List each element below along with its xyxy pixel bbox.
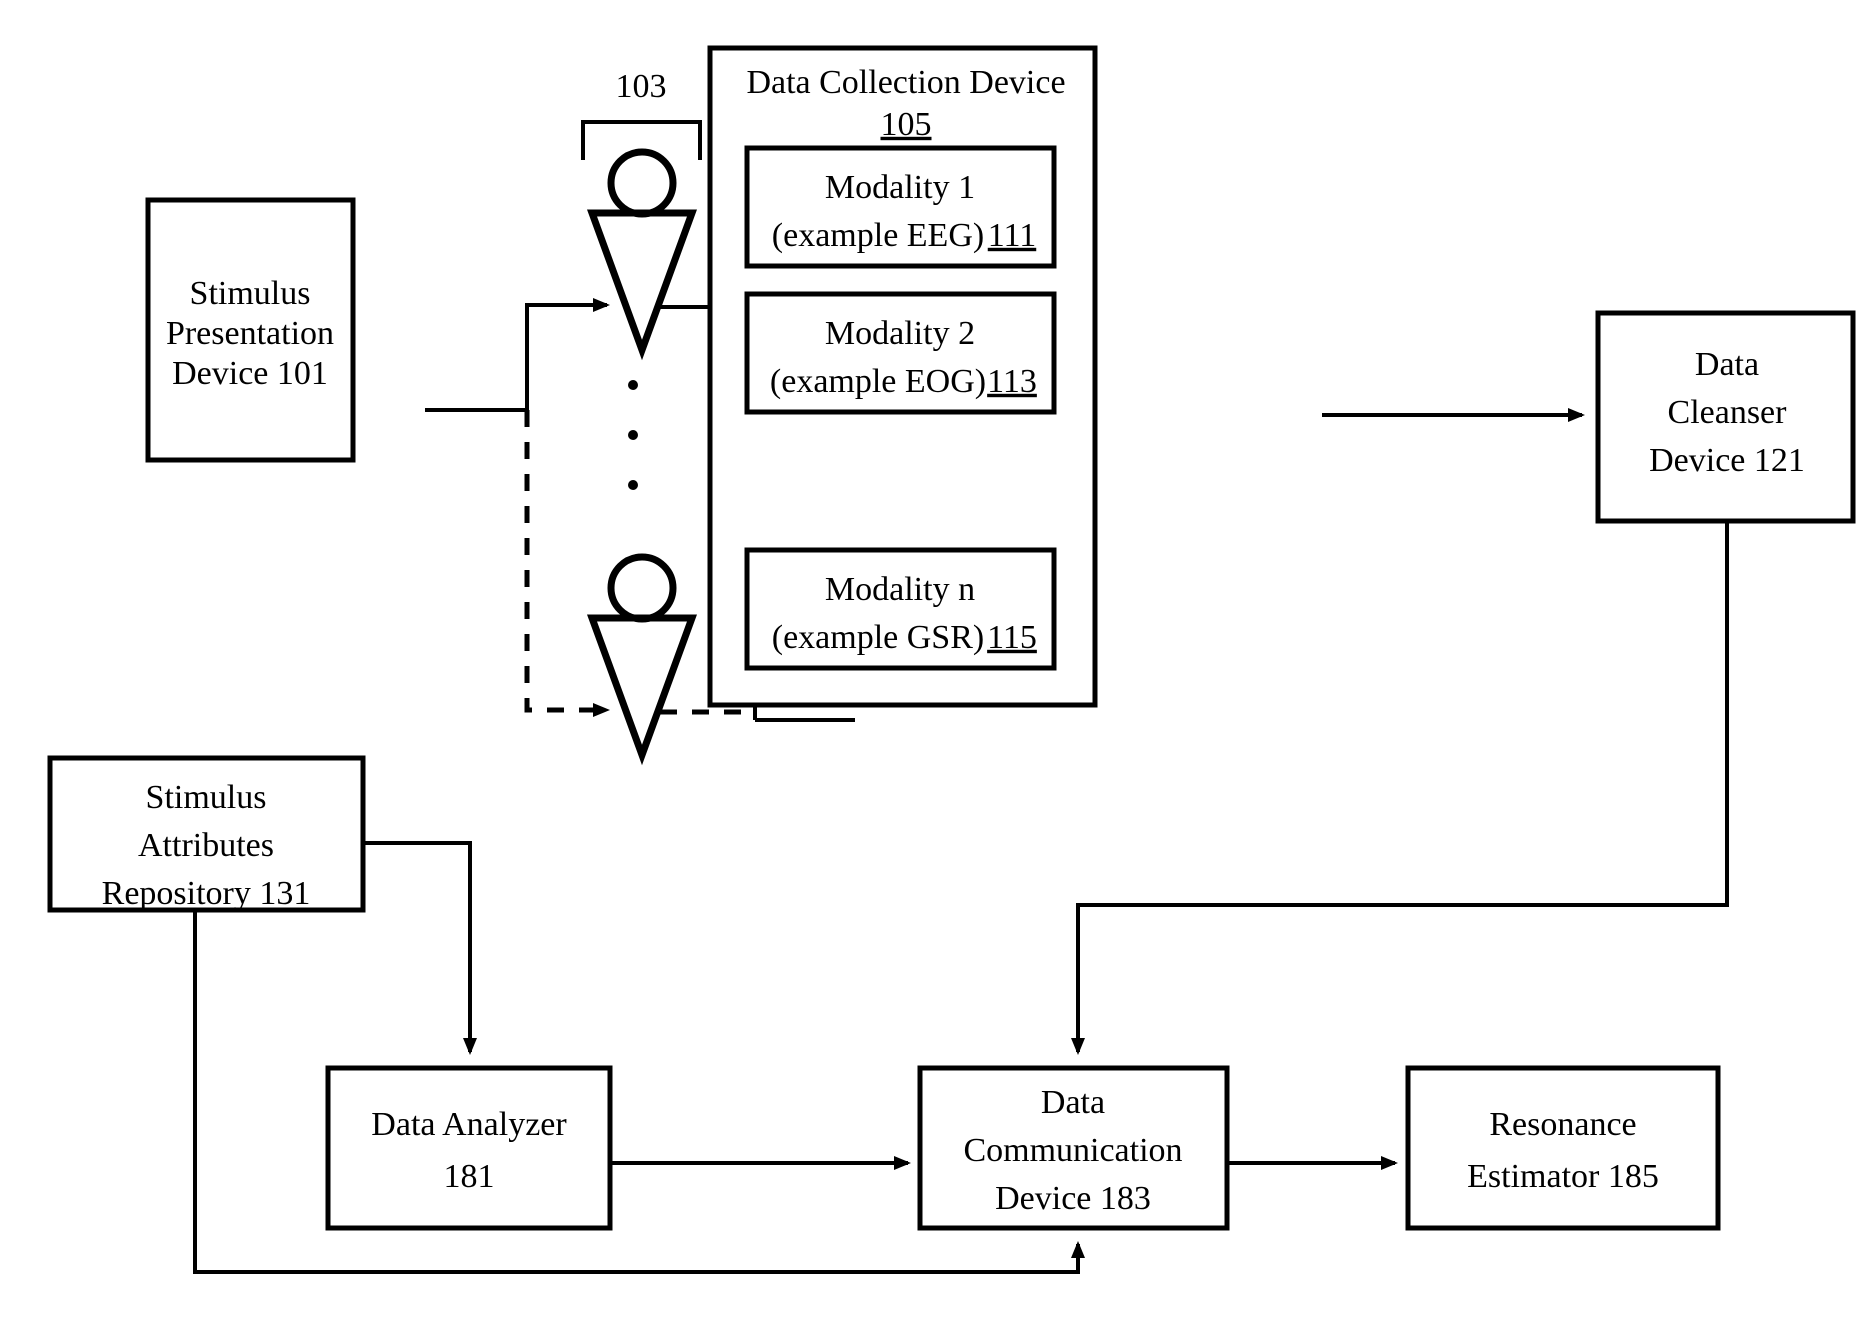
data-communication-line2: Communication [963,1132,1182,1169]
data-analyzer-line2: 181 [444,1158,495,1195]
modality-1-line1: Modality 1 [825,169,975,206]
data-cleanser-line2: Cleanser [1668,394,1788,431]
modality-n-line2: (example GSR) [772,619,984,656]
stimulus-attributes-line1: Stimulus [146,779,267,816]
box-modality-n[interactable]: Modality n (example GSR) 115 [744,547,1057,671]
box-data-communication-device[interactable]: Data Communication Device 183 [917,1065,1230,1231]
modality-n-line1: Modality n [825,571,975,608]
box-layer: 103 Stimulus Presentation Device 101 Dat… [47,45,1856,1231]
box-data-cleanser-device[interactable]: Data Cleanser Device 121 [1595,310,1856,524]
resonance-estimator-line2: Estimator 185 [1467,1158,1659,1195]
box-modality-1[interactable]: Modality 1 (example EEG) 111 [744,145,1057,269]
modality-2-line1: Modality 2 [825,315,975,352]
data-communication-line3: Device 183 [995,1180,1151,1217]
box-stimulus-presentation-device[interactable]: Stimulus Presentation Device 101 [145,197,356,463]
group-label-103: 103 [616,68,667,105]
stimulus-presentation-line2: Presentation [166,315,334,352]
data-cleanser-line3: Device 121 [1649,442,1805,479]
modality-n-ref: 115 [987,619,1037,656]
resonance-estimator-line1: Resonance [1489,1106,1636,1143]
box-data-collection-device[interactable]: Data Collection Device 105 Modality 1 (e… [707,45,1098,708]
modality-2-line2: (example EOG) [770,363,986,400]
figure-canvas: 103 Stimulus Presentation Device 101 Dat… [0,0,1875,1330]
stimulus-attributes-line3: Repository 131 [102,875,311,912]
stimulus-presentation-line1: Stimulus [190,275,311,312]
modality-1-ref: 111 [988,217,1036,254]
data-collection-title: Data Collection Device [746,64,1065,101]
box-data-analyzer[interactable]: Data Analyzer 181 [325,1065,613,1231]
modality-1-line2: (example EEG) [772,217,984,254]
box-resonance-estimator[interactable]: Resonance Estimator 185 [1405,1065,1721,1231]
stimulus-attributes-line2: Attributes [138,827,274,864]
data-cleanser-line1: Data [1695,346,1759,383]
data-communication-line1: Data [1041,1084,1105,1121]
box-stimulus-attributes-repository[interactable]: Stimulus Attributes Repository 131 [47,755,366,913]
box-modality-2[interactable]: Modality 2 (example EOG) 113 [744,291,1057,415]
data-collection-ref: 105 [881,106,932,143]
modality-2-ref: 113 [987,363,1037,400]
data-analyzer-line1: Data Analyzer [371,1106,567,1143]
stimulus-presentation-line3: Device 101 [172,355,328,392]
